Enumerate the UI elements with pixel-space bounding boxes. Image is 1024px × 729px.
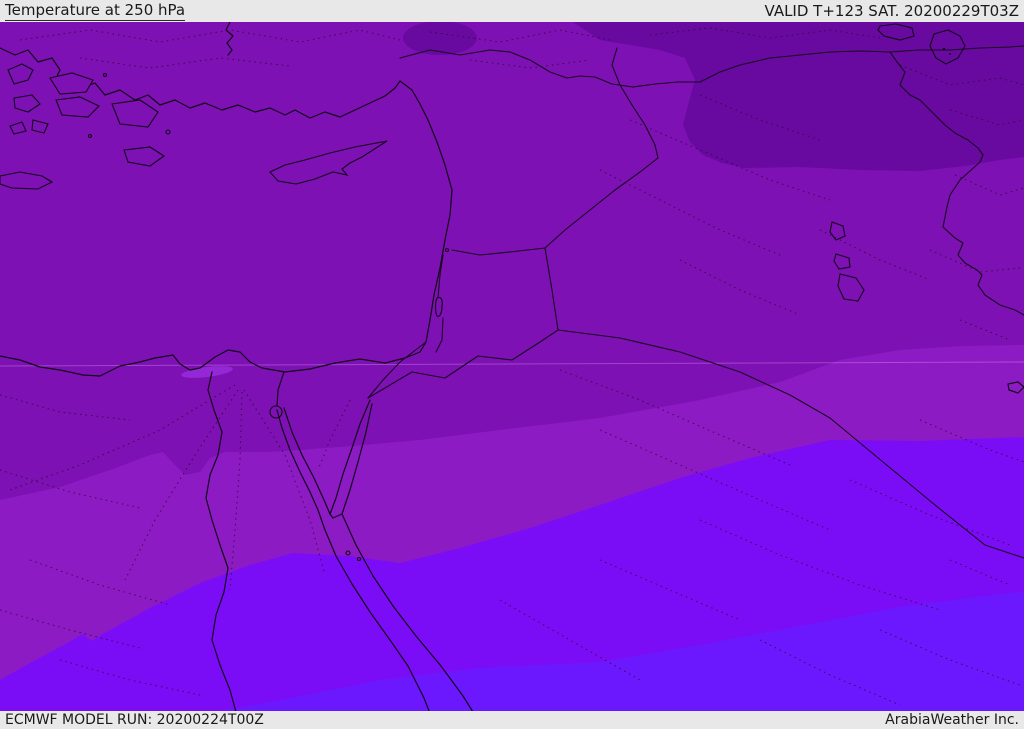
urmia-island <box>949 53 951 55</box>
band-dark-purple-patch <box>403 21 477 55</box>
red-sea-island <box>356 556 362 562</box>
red-sea-island <box>345 550 351 556</box>
footer-bar: ECMWF MODEL RUN: 20200224T00Z ArabiaWeat… <box>0 711 1024 729</box>
map-title: Temperature at 250 hPa <box>5 1 186 21</box>
model-run-label: ECMWF MODEL RUN: 20200224T00Z <box>5 712 264 728</box>
valid-time-label: VALID T+123 SAT. 20200229T03Z <box>764 2 1019 20</box>
credit-label: ArabiaWeather Inc. <box>885 712 1019 728</box>
temperature-map <box>0 0 1024 729</box>
weather-map-window: Temperature at 250 hPa VALID T+123 SAT. … <box>0 0 1024 729</box>
header-bar: Temperature at 250 hPa VALID T+123 SAT. … <box>0 0 1024 22</box>
